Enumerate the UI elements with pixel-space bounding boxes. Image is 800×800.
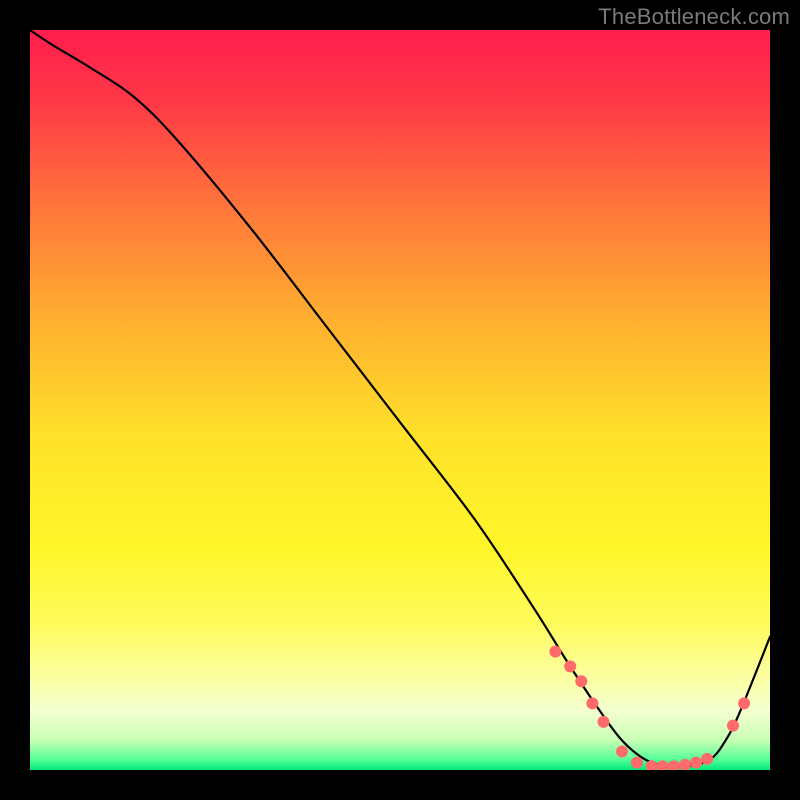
chart-frame: TheBottleneck.com xyxy=(0,0,800,800)
highlight-point xyxy=(727,720,739,732)
highlight-point xyxy=(586,697,598,709)
highlight-point xyxy=(575,675,587,687)
highlight-point xyxy=(631,757,643,769)
highlight-point xyxy=(690,757,702,769)
highlight-point xyxy=(738,697,750,709)
highlight-point xyxy=(549,646,561,658)
highlight-point xyxy=(564,660,576,672)
highlight-point xyxy=(701,753,713,765)
highlight-point xyxy=(616,746,628,758)
chart-svg xyxy=(30,30,770,770)
watermark-text: TheBottleneck.com xyxy=(598,4,790,30)
highlight-point xyxy=(598,716,610,728)
gradient-background xyxy=(30,30,770,770)
plot-area xyxy=(30,30,770,770)
